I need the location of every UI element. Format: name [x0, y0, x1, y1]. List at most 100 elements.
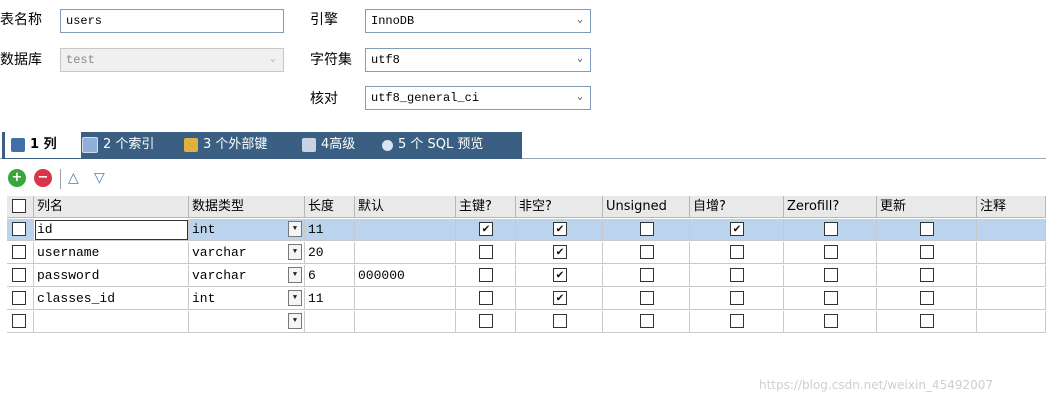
primary-key-checkbox[interactable]	[479, 291, 493, 305]
type-dropdown-icon[interactable]: ▼	[288, 313, 302, 329]
type-cell[interactable]: int ▼	[189, 219, 305, 241]
default-cell[interactable]	[355, 311, 456, 333]
update-checkbox[interactable]	[920, 245, 934, 259]
zerofill-checkbox[interactable]	[824, 222, 838, 236]
length-cell[interactable]: 20	[305, 242, 355, 264]
engine-select[interactable]: InnoDB ⌄	[365, 9, 591, 33]
primary-key-checkbox[interactable]: ✔	[479, 222, 493, 236]
row-select-checkbox[interactable]	[12, 245, 26, 259]
unsigned-checkbox[interactable]	[640, 268, 654, 282]
primary-key-checkbox[interactable]	[479, 314, 493, 328]
default-cell[interactable]: 000000	[355, 265, 456, 287]
move-up-icon[interactable]: △	[68, 171, 79, 185]
auto-increment-checkbox[interactable]	[730, 291, 744, 305]
table-row[interactable]: username varchar ▼ 20 ✔	[7, 242, 1046, 264]
header-type[interactable]: 数据类型	[189, 196, 305, 218]
tab-foreign-keys[interactable]: 3 个外部键	[184, 132, 267, 158]
move-down-icon[interactable]: ▽	[94, 171, 105, 185]
remove-circle-icon[interactable]: −	[34, 169, 52, 187]
table-row[interactable]: ▼	[7, 311, 1046, 333]
type-cell[interactable]: varchar ▼	[189, 265, 305, 287]
unsigned-checkbox[interactable]	[640, 314, 654, 328]
length-cell[interactable]: 11	[305, 288, 355, 310]
default-cell[interactable]	[355, 288, 456, 310]
header-name[interactable]: 列名	[34, 196, 189, 218]
update-checkbox[interactable]	[920, 314, 934, 328]
type-cell[interactable]: ▼	[189, 311, 305, 333]
name-cell[interactable]: username	[34, 242, 189, 264]
collation-select[interactable]: utf8_general_ci ⌄	[365, 86, 591, 110]
name-cell[interactable]: classes_id	[34, 288, 189, 310]
header-not-null[interactable]: 非空?	[516, 196, 603, 218]
header-unsigned[interactable]: Unsigned	[603, 196, 690, 218]
row-select-checkbox[interactable]	[12, 222, 26, 236]
tab-sql-preview-label: 5 个 SQL 预览	[398, 137, 484, 152]
header-length[interactable]: 长度	[305, 196, 355, 218]
auto-increment-checkbox[interactable]: ✔	[730, 222, 744, 236]
table-row[interactable]: password varchar ▼ 6 000000 ✔	[7, 265, 1046, 287]
tab-sql-preview[interactable]: 5 个 SQL 预览	[382, 132, 483, 158]
header-primary-key[interactable]: 主键?	[456, 196, 516, 218]
zerofill-checkbox[interactable]	[824, 245, 838, 259]
zerofill-checkbox[interactable]	[824, 314, 838, 328]
row-select-checkbox[interactable]	[12, 268, 26, 282]
comment-cell[interactable]	[977, 242, 1046, 264]
type-cell[interactable]: int ▼	[189, 288, 305, 310]
comment-cell[interactable]	[977, 219, 1046, 241]
not-null-checkbox[interactable]	[553, 314, 567, 328]
tab-columns[interactable]: 1 列	[5, 132, 81, 158]
unsigned-checkbox[interactable]	[640, 245, 654, 259]
auto-increment-checkbox[interactable]	[730, 245, 744, 259]
row-select-cell	[7, 311, 34, 333]
type-dropdown-icon[interactable]: ▼	[288, 221, 302, 237]
default-cell[interactable]	[355, 219, 456, 241]
zerofill-checkbox[interactable]	[824, 268, 838, 282]
header-auto-increment[interactable]: 自增?	[690, 196, 784, 218]
header-comment[interactable]: 注释	[977, 196, 1046, 218]
header-update[interactable]: 更新	[877, 196, 977, 218]
charset-select[interactable]: utf8 ⌄	[365, 48, 591, 72]
type-dropdown-icon[interactable]: ▼	[288, 290, 302, 306]
primary-key-checkbox[interactable]	[479, 268, 493, 282]
length-cell[interactable]: 6	[305, 265, 355, 287]
name-cell[interactable]	[34, 311, 189, 333]
engine-value: InnoDB	[371, 14, 415, 28]
update-checkbox[interactable]	[920, 222, 934, 236]
header-zerofill[interactable]: Zerofill?	[784, 196, 877, 218]
comment-cell[interactable]	[977, 265, 1046, 287]
row-select-checkbox[interactable]	[12, 291, 26, 305]
add-circle-icon[interactable]: +	[8, 169, 26, 187]
not-null-checkbox[interactable]: ✔	[553, 291, 567, 305]
type-dropdown-icon[interactable]: ▼	[288, 267, 302, 283]
name-cell[interactable]: id	[34, 219, 189, 241]
auto-increment-checkbox[interactable]	[730, 268, 744, 282]
unsigned-checkbox[interactable]	[640, 291, 654, 305]
type-cell[interactable]: varchar ▼	[189, 242, 305, 264]
database-value: test	[66, 53, 95, 67]
table-name-input[interactable]: users	[60, 9, 284, 33]
not-null-checkbox[interactable]: ✔	[553, 222, 567, 236]
length-cell[interactable]	[305, 311, 355, 333]
table-row[interactable]: id int ▼ 11 ✔ ✔ ✔	[7, 219, 1046, 241]
row-select-checkbox[interactable]	[12, 314, 26, 328]
update-checkbox[interactable]	[920, 291, 934, 305]
primary-key-checkbox[interactable]	[479, 245, 493, 259]
table-row[interactable]: classes_id int ▼ 11 ✔	[7, 288, 1046, 310]
length-cell[interactable]: 11	[305, 219, 355, 241]
tab-advanced[interactable]: 4高级	[302, 132, 355, 158]
row-select-cell	[7, 265, 34, 287]
name-cell[interactable]: password	[34, 265, 189, 287]
auto-increment-checkbox[interactable]	[730, 314, 744, 328]
zerofill-checkbox[interactable]	[824, 291, 838, 305]
unsigned-checkbox[interactable]	[640, 222, 654, 236]
type-dropdown-icon[interactable]: ▼	[288, 244, 302, 260]
select-all-checkbox[interactable]	[12, 199, 26, 213]
comment-cell[interactable]	[977, 311, 1046, 333]
default-cell[interactable]	[355, 242, 456, 264]
not-null-checkbox[interactable]: ✔	[553, 245, 567, 259]
update-checkbox[interactable]	[920, 268, 934, 282]
comment-cell[interactable]	[977, 288, 1046, 310]
header-default[interactable]: 默认	[355, 196, 456, 218]
tab-indexes[interactable]: 2 个索引	[82, 132, 154, 158]
not-null-checkbox[interactable]: ✔	[553, 268, 567, 282]
